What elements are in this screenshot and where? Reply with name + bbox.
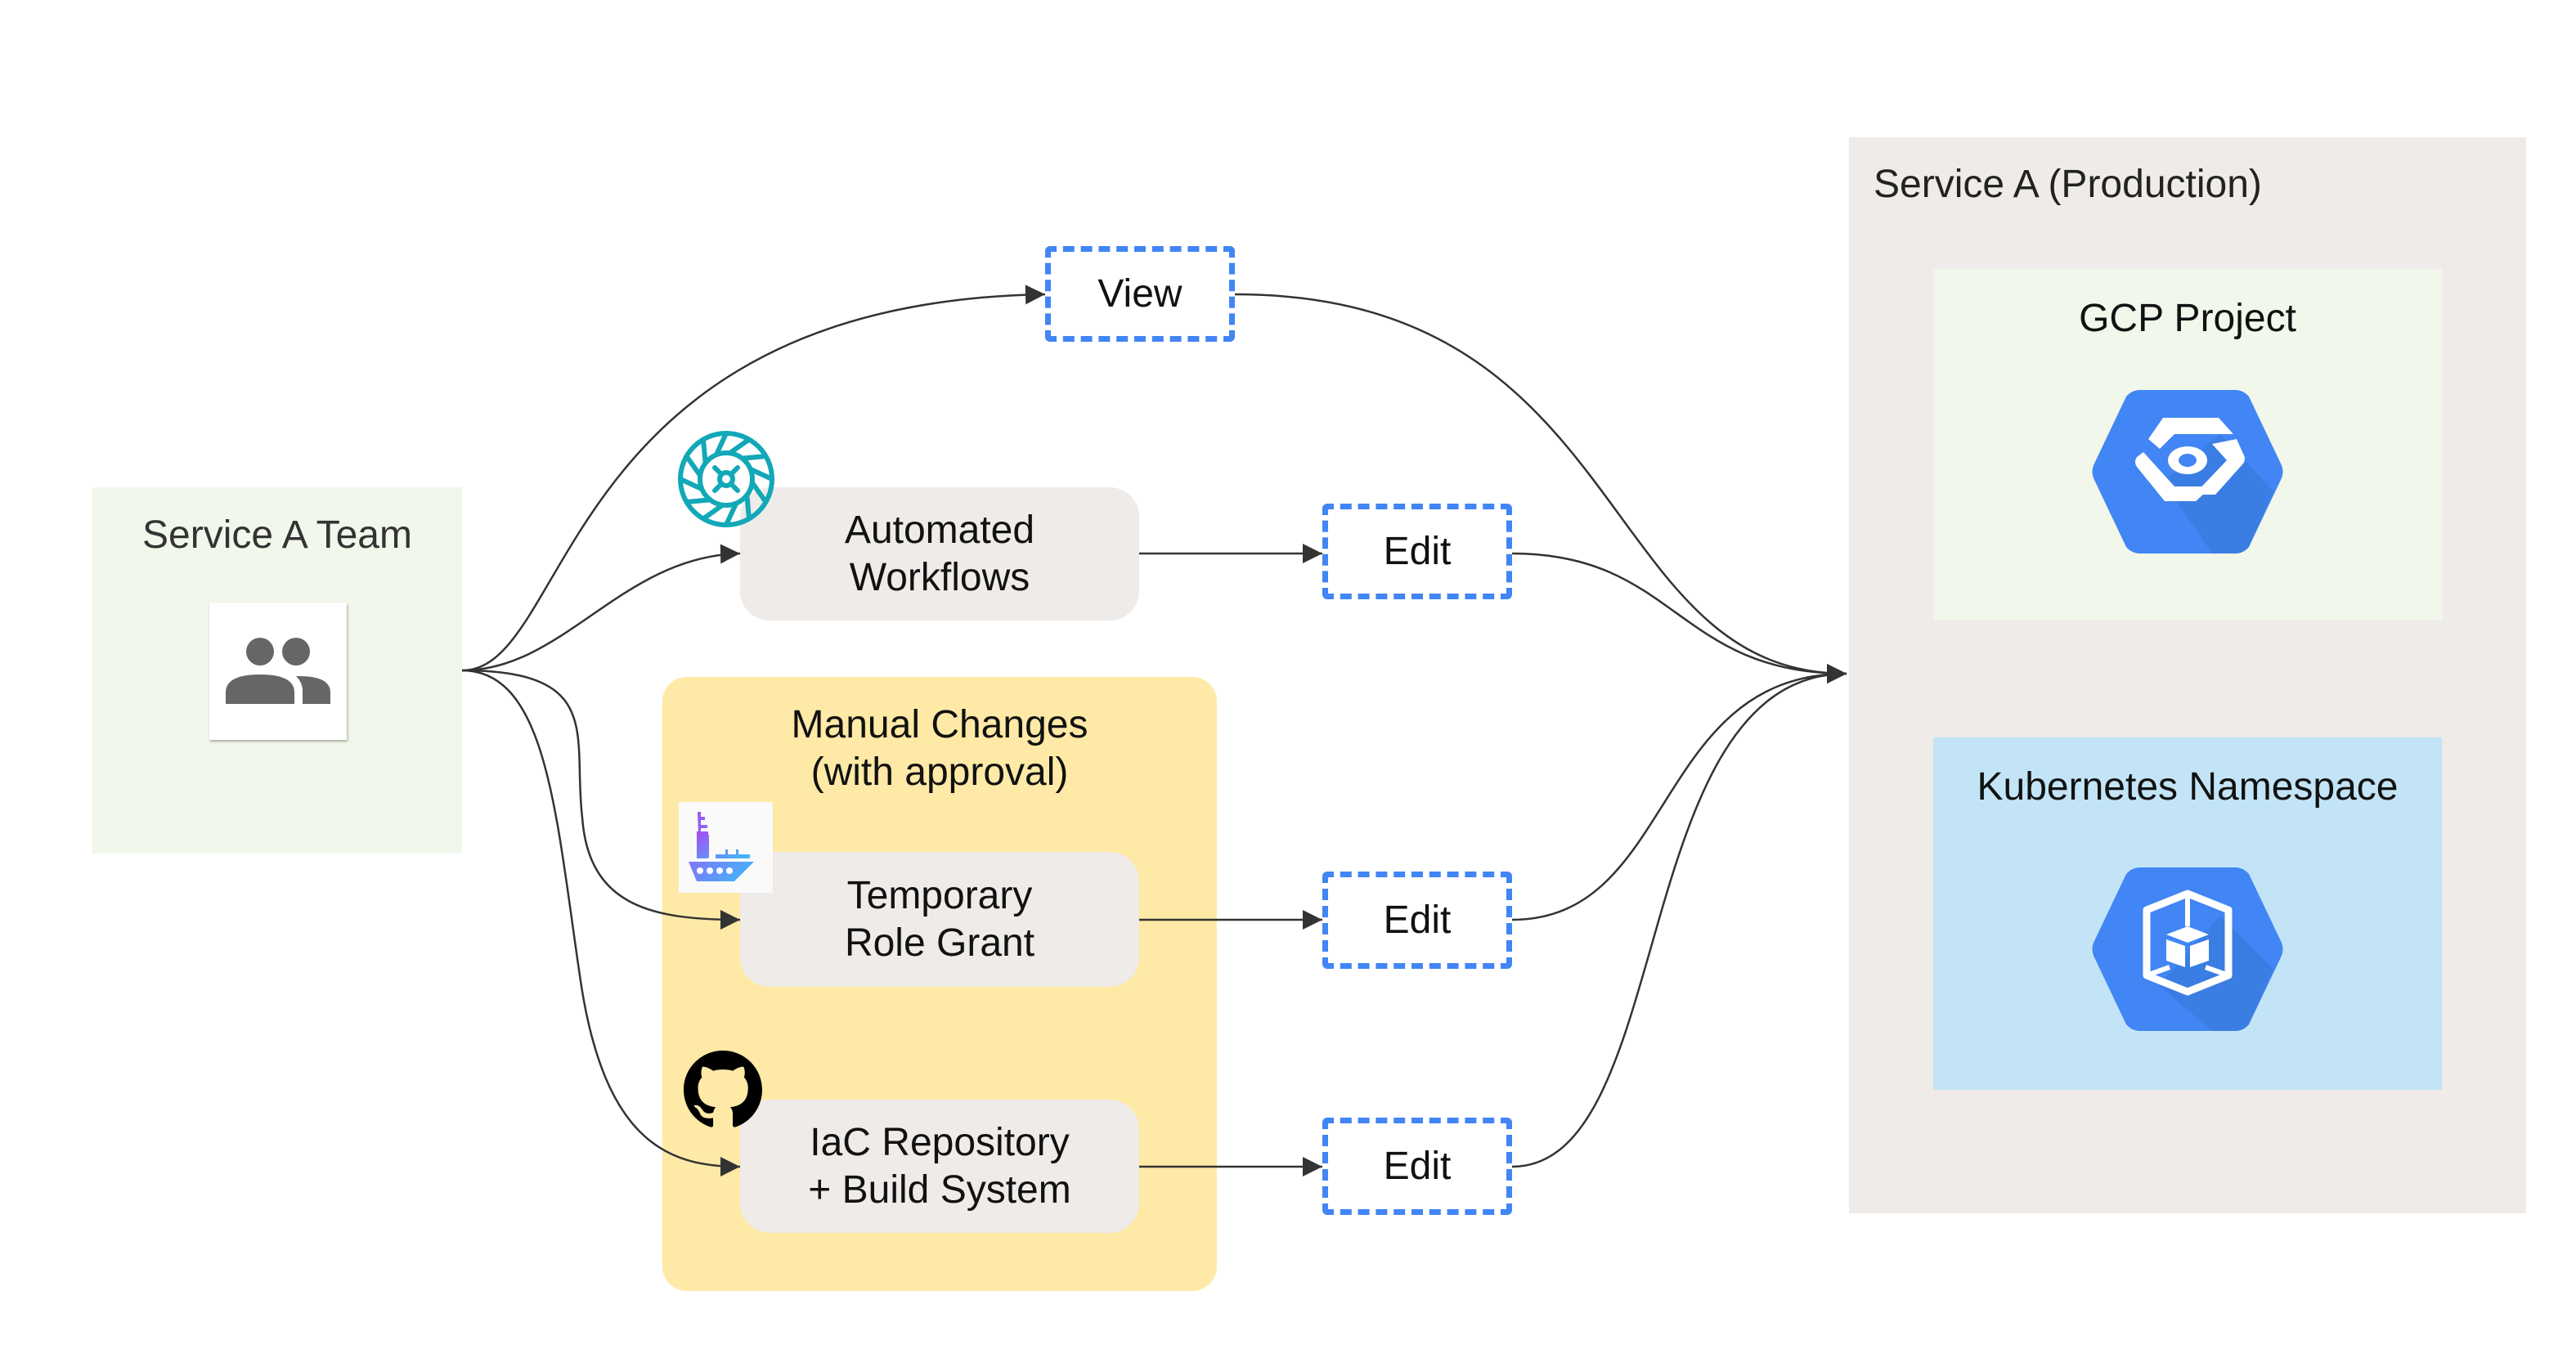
iac-line2: + Build System	[808, 1167, 1071, 1212]
iac-line1: IaC Repository	[810, 1120, 1070, 1164]
view-label: View	[1097, 271, 1183, 316]
connector-edit1-to-production	[1511, 552, 1847, 683]
ship-icon	[679, 802, 773, 893]
temporary-role-grant-box: Temporary Role Grant	[740, 852, 1139, 987]
temporary-line2: Role Grant	[844, 921, 1035, 965]
connector-team-to-automated	[461, 544, 741, 672]
connector-lines	[461, 285, 1847, 1176]
edit-permission-iac: Edit	[1322, 1118, 1512, 1215]
edit-permission-automated: Edit	[1322, 504, 1512, 599]
edit-permission-temporary: Edit	[1322, 872, 1512, 969]
edit-label: Edit	[1383, 1144, 1452, 1188]
automated-line2: Workflows	[849, 555, 1030, 599]
automated-line1: Automated	[844, 508, 1035, 552]
view-permission: View	[1045, 246, 1235, 342]
connector-edit2-to-production	[1511, 664, 1847, 921]
edit-label: Edit	[1383, 529, 1452, 573]
workflow-wheel-icon	[678, 431, 774, 527]
temporary-line1: Temporary	[846, 873, 1033, 917]
automated-workflows-box: Automated Workflows	[740, 487, 1139, 621]
connector-view-to-production	[1234, 293, 1847, 683]
iac-repository-box: IaC Repository + Build System	[740, 1100, 1139, 1233]
edit-label: Edit	[1383, 898, 1452, 942]
connector-edit3-to-production	[1511, 664, 1847, 1168]
github-icon	[684, 1051, 762, 1127]
